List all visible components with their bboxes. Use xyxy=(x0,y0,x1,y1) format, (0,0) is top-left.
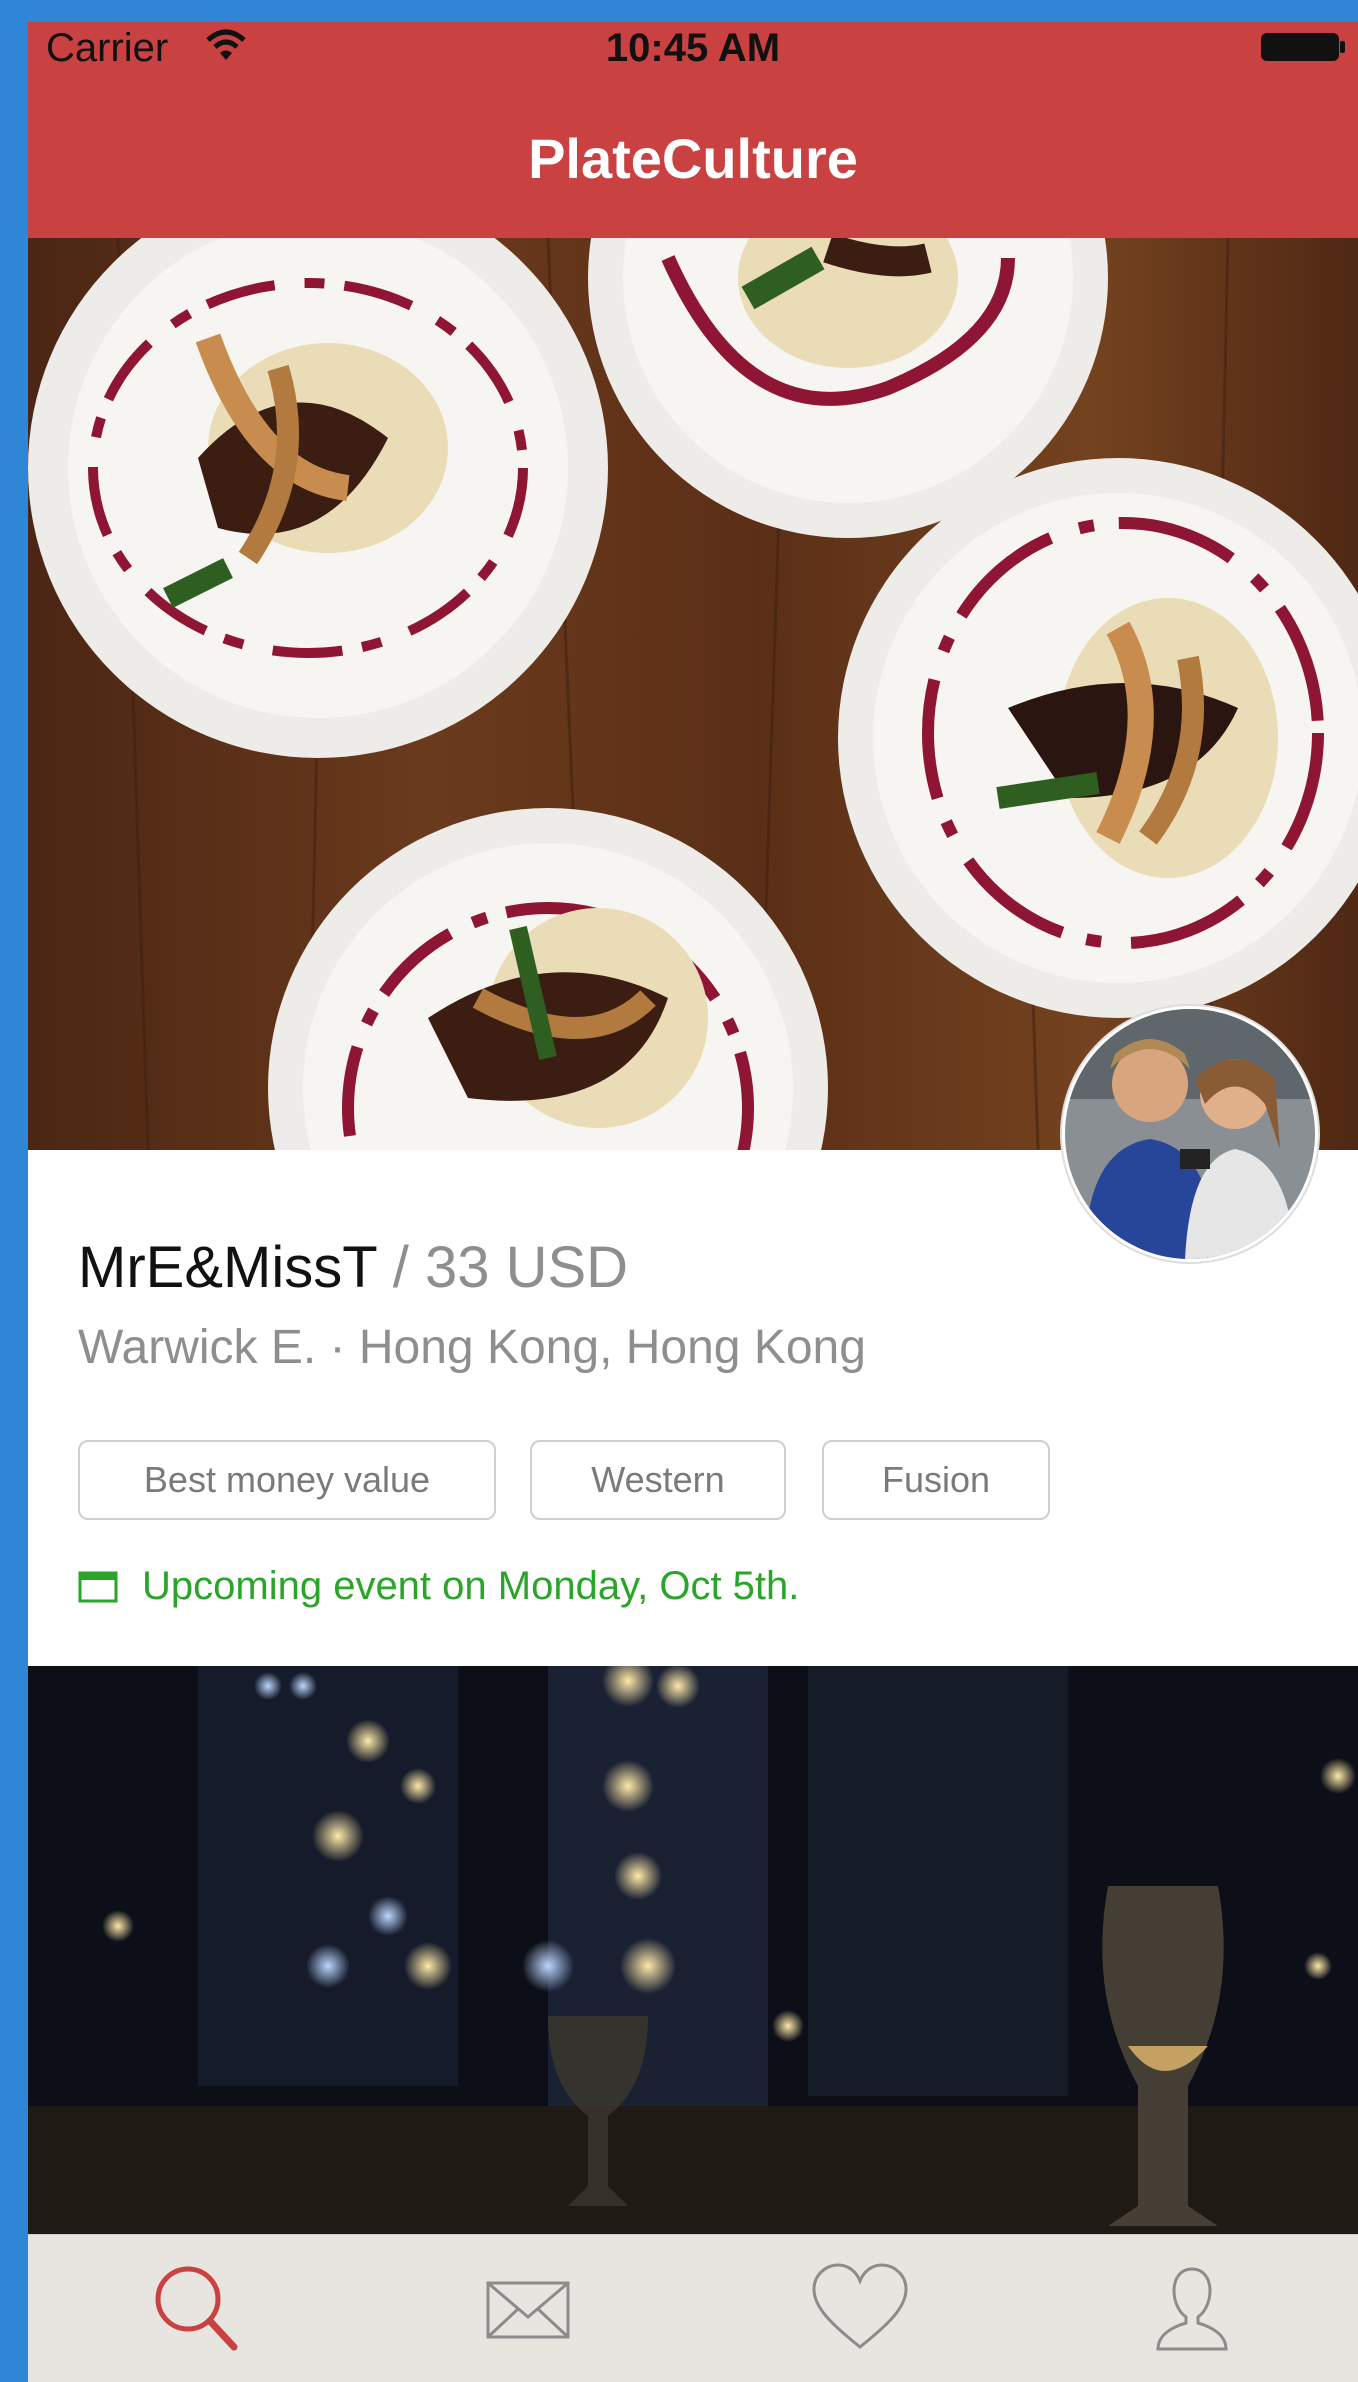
location-separator: · xyxy=(316,1321,359,1374)
tab-favorites[interactable] xyxy=(800,2259,920,2359)
price-separator: / xyxy=(376,1235,425,1300)
tag-fusion[interactable]: Fusion xyxy=(822,1440,1050,1520)
tab-messages[interactable] xyxy=(468,2259,588,2359)
tag-best-money-value[interactable]: Best money value xyxy=(78,1440,496,1520)
host-first-name: Warwick E. xyxy=(78,1321,317,1374)
host-price-line: MrE&MissT / 33 USD xyxy=(78,1234,628,1301)
status-time: 10:45 AM xyxy=(605,26,781,70)
upcoming-event[interactable]: Upcoming event on Monday, Oct 5th. xyxy=(78,1556,799,1616)
tab-bar xyxy=(28,2234,1358,2382)
tag-western[interactable]: Western xyxy=(530,1440,786,1520)
location-text: Hong Kong, Hong Kong xyxy=(358,1321,866,1374)
device-frame: Carrier 10:45 AM PlateCulture MrE&MissT … xyxy=(0,0,1358,2382)
battery-icon xyxy=(1261,33,1345,61)
location-line: Warwick E. · Hong Kong, Hong Kong xyxy=(78,1320,866,1375)
app-title: PlateCulture xyxy=(528,127,858,190)
nav-bar: Carrier 10:45 AM PlateCulture xyxy=(28,22,1358,238)
night-city-photo xyxy=(28,1666,1358,2234)
event-text: Upcoming event on Monday, Oct 5th. xyxy=(142,1563,800,1608)
profile-icon xyxy=(1156,2267,1228,2351)
status-bar: Carrier 10:45 AM xyxy=(28,22,1358,78)
heart-icon xyxy=(812,2263,908,2349)
host-name: MrE&MissT xyxy=(78,1235,377,1300)
app-screen: Carrier 10:45 AM PlateCulture MrE&MissT … xyxy=(28,22,1358,2382)
tab-search[interactable] xyxy=(136,2259,256,2359)
calendar-icon xyxy=(78,1571,118,1603)
search-icon xyxy=(155,2266,238,2351)
host-photo xyxy=(1065,1009,1315,1259)
mail-icon xyxy=(486,2281,570,2339)
second-listing-image[interactable] xyxy=(28,1666,1358,2234)
host-avatar[interactable] xyxy=(1062,1006,1318,1262)
price-label: 33 USD xyxy=(424,1235,629,1300)
tab-profile[interactable] xyxy=(1132,2259,1252,2359)
